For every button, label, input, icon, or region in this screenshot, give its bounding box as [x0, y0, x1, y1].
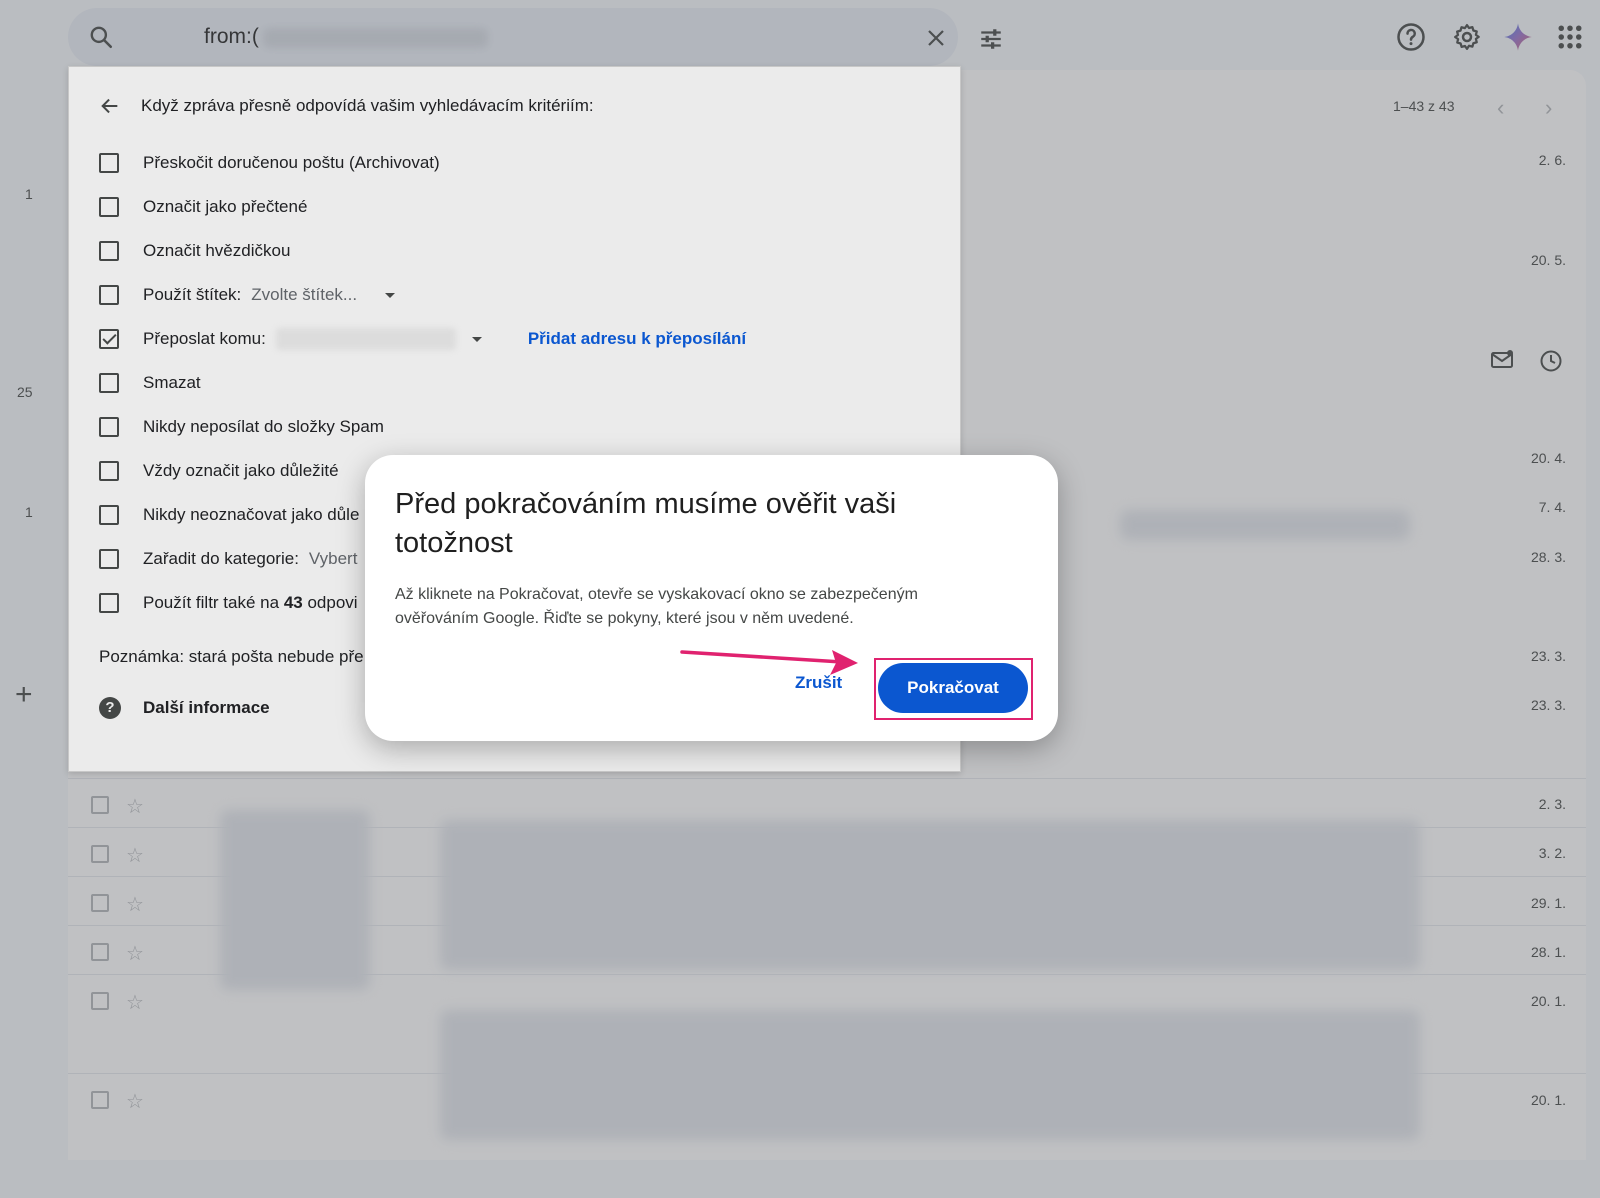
- chevron-down-icon[interactable]: [471, 336, 482, 342]
- back-arrow-icon[interactable]: [99, 95, 121, 117]
- checkbox-checked[interactable]: [99, 329, 119, 349]
- filter-option-never-important[interactable]: Nikdy neoznačovat jako důle: [99, 503, 359, 527]
- checkbox[interactable]: [99, 549, 119, 569]
- cancel-button[interactable]: Zrušit: [795, 673, 842, 693]
- filter-option-never-spam[interactable]: Nikdy neposílat do složky Spam: [99, 415, 384, 439]
- filter-header: Když zpráva přesně odpovídá vašim vyhled…: [99, 95, 594, 117]
- checkbox[interactable]: [99, 241, 119, 261]
- option-label: Použít filtr také na: [143, 593, 280, 612]
- checkbox[interactable]: [99, 197, 119, 217]
- filter-option-mark-read[interactable]: Označit jako přečtené: [99, 195, 307, 219]
- match-count: 43: [283, 593, 303, 612]
- option-label: Přeposlat komu:: [143, 329, 266, 348]
- option-label-suffix: odpovi: [307, 593, 358, 612]
- filter-option-delete[interactable]: Smazat: [99, 371, 201, 395]
- option-label: Vždy označit jako důležité: [143, 461, 339, 480]
- add-forwarding-address-link[interactable]: Přidat adresu k přeposílání: [528, 329, 746, 349]
- more-info-label: Další informace: [143, 698, 270, 717]
- chevron-down-icon[interactable]: [385, 292, 396, 298]
- checkbox[interactable]: [99, 153, 119, 173]
- option-label: Nikdy neposílat do složky Spam: [143, 417, 384, 436]
- dialog-body: Až kliknete na Pokračovat, otevře se vys…: [395, 586, 918, 627]
- filter-header-text: Když zpráva přesně odpovídá vašim vyhled…: [141, 96, 594, 115]
- checkbox[interactable]: [99, 417, 119, 437]
- verify-identity-dialog: Před pokračováním musíme ověřit vaši tot…: [365, 455, 1058, 741]
- filter-option-always-important[interactable]: Vždy označit jako důležité: [99, 459, 339, 483]
- option-label: Zařadit do kategorie:: [143, 549, 299, 568]
- checkbox[interactable]: [99, 593, 119, 613]
- filter-option-star[interactable]: Označit hvězdičkou: [99, 239, 290, 263]
- filter-option-forward[interactable]: Přeposlat komu: Přidat adresu k přeposíl…: [99, 327, 746, 351]
- forward-address-select[interactable]: [275, 328, 456, 350]
- filter-option-apply-label[interactable]: Použít štítek: Zvolte štítek...: [99, 283, 396, 307]
- filter-note: Poznámka: stará pošta nebude pře: [99, 647, 364, 666]
- dialog-title: Před pokračováním musíme ověřit vaši tot…: [395, 488, 897, 559]
- checkbox[interactable]: [99, 505, 119, 525]
- option-label: Smazat: [143, 373, 201, 392]
- filter-option-category[interactable]: Zařadit do kategorie: Vybert: [99, 547, 357, 571]
- continue-button[interactable]: Pokračovat: [878, 663, 1028, 713]
- more-info-link[interactable]: ? Další informace: [99, 697, 270, 719]
- option-label: Nikdy neoznačovat jako důle: [143, 505, 360, 524]
- category-select[interactable]: Vybert: [309, 549, 358, 569]
- label-select[interactable]: Zvolte štítek...: [251, 285, 357, 305]
- option-label: Označit hvězdičkou: [143, 241, 291, 260]
- checkbox[interactable]: [99, 285, 119, 305]
- option-label: Použít štítek:: [143, 285, 242, 304]
- checkbox[interactable]: [99, 373, 119, 393]
- option-label: Přeskočit doručenou poštu (Archivovat): [143, 153, 440, 172]
- filter-option-apply-existing[interactable]: Použít filtr také na 43 odpovi: [99, 591, 358, 615]
- help-filled-icon: ?: [99, 697, 121, 719]
- filter-option-archive[interactable]: Přeskočit doručenou poštu (Archivovat): [99, 151, 440, 175]
- checkbox[interactable]: [99, 461, 119, 481]
- option-label: Označit jako přečtené: [143, 197, 308, 216]
